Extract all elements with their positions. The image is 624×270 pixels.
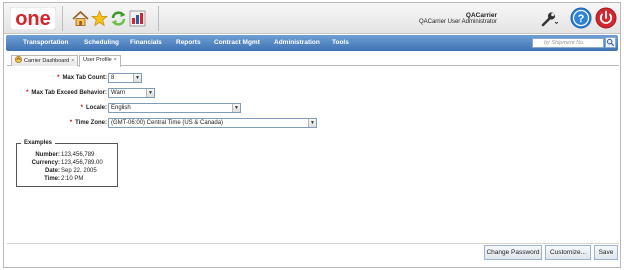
nav-item-scheduling[interactable]: Scheduling (84, 39, 119, 46)
user-name: QACarrier (465, 12, 497, 19)
change-password-button[interactable]: Change Password (484, 245, 542, 260)
nav-item-tools[interactable]: Tools (332, 39, 349, 46)
time-zone-row: * Time Zone: (GMT-06:00) Central Time (US… (7, 118, 619, 128)
wrench-settings-icon[interactable] (540, 10, 558, 28)
help-icon[interactable]: ? (570, 7, 592, 29)
examples-legend: Examples (21, 140, 56, 147)
home-icon[interactable] (72, 10, 89, 27)
required-marker: * (57, 75, 60, 81)
chevron-down-icon: ▼ (232, 104, 240, 112)
user-role: QACarrier User Administrator (418, 19, 497, 25)
select-value: (GMT-06:00) Central Time (US & Canada) (111, 120, 224, 126)
search-icon[interactable] (605, 37, 616, 48)
chevron-down-icon: ▼ (308, 119, 316, 127)
app-window: one QACarrier QACarrier User Administrat… (3, 2, 621, 268)
nav-item-administration[interactable]: Administration (274, 39, 320, 46)
nav-item-transportation[interactable]: Transportation (23, 39, 69, 46)
locale-row: * Locale: English ▼ (7, 103, 619, 113)
home-icon (14, 55, 23, 64)
examples-box: Examples Number:123,456,789 Currency:123… (16, 140, 118, 187)
top-header: one QACarrier QACarrier User Administrat… (4, 3, 620, 34)
close-icon[interactable]: × (71, 57, 74, 66)
nav-item-contract-mgmt[interactable]: Contract Mgmt (214, 39, 260, 46)
one-logo[interactable]: one (10, 7, 56, 30)
user-info: QACarrier QACarrier User Administrator (419, 12, 497, 26)
max-tab-count-select[interactable]: 8 ▼ (108, 73, 142, 83)
select-value: 8 (111, 75, 115, 81)
tab-user-profile[interactable]: User Profile × (79, 55, 121, 67)
footer-divider (7, 243, 619, 244)
tab-strip: Carrier Dashboard × User Profile × (7, 55, 619, 67)
example-date: Date:Sep 22, 2005 (44, 168, 97, 174)
select-value: Warn (111, 90, 126, 96)
tab-label: User Profile (83, 57, 112, 63)
locale-select[interactable]: English ▼ (108, 103, 241, 113)
nav-item-financials[interactable]: Financials (130, 39, 162, 46)
example-currency: Currency:123,456,789.00 (31, 160, 103, 166)
main-nav-bar: Transportation Scheduling Financials Rep… (6, 35, 618, 51)
time-zone-select[interactable]: (GMT-06:00) Central Time (US & Canada) ▼ (108, 118, 317, 128)
header-divider (158, 6, 159, 31)
required-marker: * (26, 90, 29, 96)
tab-carrier-dashboard[interactable]: Carrier Dashboard × (11, 55, 79, 66)
customize-button[interactable]: Customize... (545, 245, 591, 260)
example-number: Number:123,456,789 (35, 152, 95, 158)
refresh-icon[interactable] (110, 10, 127, 27)
header-divider (62, 6, 63, 31)
report-chart-icon[interactable] (129, 10, 146, 27)
svg-text:?: ? (578, 13, 585, 25)
required-marker: * (69, 120, 73, 126)
required-marker: * (80, 105, 83, 111)
locale-label: * Locale: (80, 105, 107, 111)
max-tab-exceed-row: * Max Tab Exceed Behavior: Warn ▼ (7, 88, 619, 98)
close-icon[interactable]: × (114, 56, 117, 65)
max-tab-exceed-select[interactable]: Warn ▼ (108, 88, 155, 98)
logo-text: one (15, 8, 51, 30)
star-favorites-icon[interactable] (91, 10, 108, 27)
max-tab-count-row: * Max Tab Count: 8 ▼ (7, 73, 619, 83)
max-tab-count-label: * Max Tab Count: (57, 75, 107, 81)
example-time: Time:2:10 PM (44, 176, 84, 182)
shipment-search-input[interactable]: by Shipment No. (532, 38, 604, 48)
select-value: English (111, 105, 131, 111)
chevron-down-icon: ▼ (146, 89, 154, 97)
nav-item-reports[interactable]: Reports (176, 39, 201, 46)
time-zone-label: * Time Zone: (69, 120, 107, 126)
chevron-down-icon: ▼ (133, 74, 141, 82)
save-button[interactable]: Save (594, 245, 618, 260)
max-tab-exceed-label: * Max Tab Exceed Behavior: (26, 90, 107, 96)
tab-label: Carrier Dashboard (24, 58, 70, 64)
user-profile-form: * Max Tab Count: 8 ▼ * Max Tab Exceed Beha… (7, 67, 619, 243)
power-logout-icon[interactable] (595, 7, 617, 29)
